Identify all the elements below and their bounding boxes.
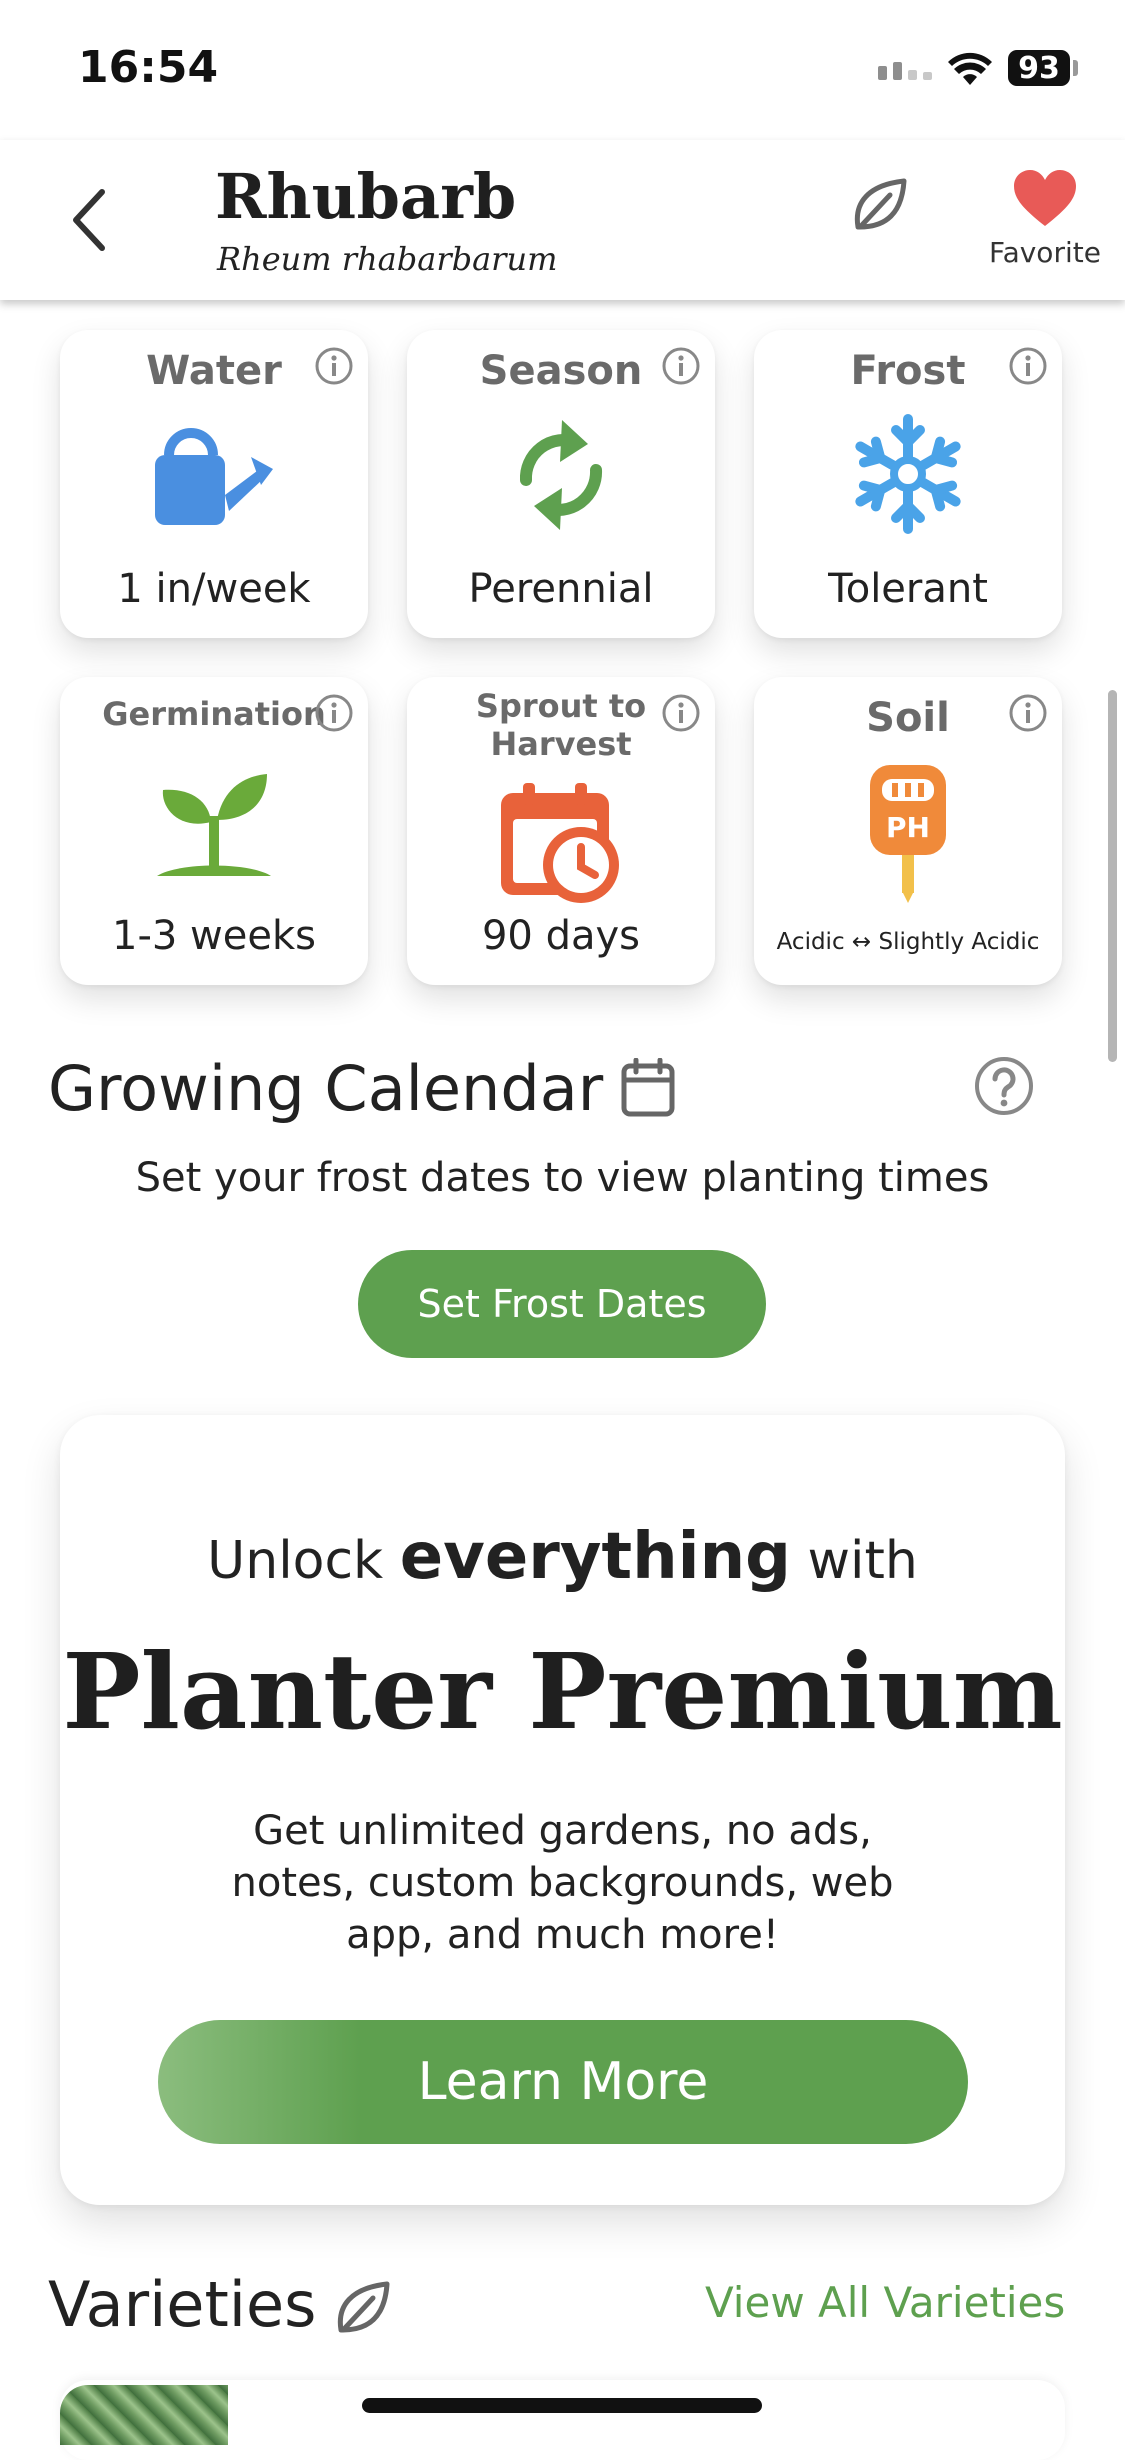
soil-card[interactable]: Soil PH Acidic ↔ Slightly Acidic [754, 677, 1062, 985]
card-value: 1-3 weeks [112, 913, 316, 959]
calendar-clock-icon [501, 783, 619, 903]
info-icon[interactable] [661, 346, 701, 386]
premium-card: Unlock everything with Planter Premium G… [60, 1415, 1065, 2205]
leaf-icon [337, 2281, 390, 2333]
card-value: Perennial [468, 566, 654, 612]
battery-icon: 93 [1008, 50, 1070, 86]
varieties-title: Varieties [48, 2268, 317, 2341]
svg-text:PH: PH [886, 811, 930, 844]
premium-description: Get unlimited gardens, no ads, notes, cu… [231, 1808, 894, 1958]
back-button[interactable] [58, 180, 118, 260]
heart-icon [1014, 170, 1076, 226]
plant-scientific-name: Rheum rhabarbarum [217, 240, 558, 278]
status-bar: 16:54 93 [0, 0, 1125, 140]
cycle-arrows-icon [519, 420, 603, 530]
unlock-prefix: Unlock [207, 1531, 384, 1591]
status-time: 16:54 [78, 42, 219, 93]
set-frost-dates-button[interactable]: Set Frost Dates [358, 1250, 766, 1358]
calendar-icon [621, 1058, 675, 1117]
calendar-note: Set your frost dates to view planting ti… [135, 1155, 990, 1201]
season-card[interactable]: Season Perennial [407, 330, 715, 638]
cellular-signal-icon [878, 62, 932, 80]
watering-can-icon [155, 428, 273, 525]
navigation-header: Rhubarb Rheum rhabarbarum Favorite [0, 140, 1125, 300]
frost-card[interactable]: Frost Tolerant [754, 330, 1062, 638]
chevron-left-icon [73, 189, 105, 251]
info-icon[interactable] [1008, 346, 1048, 386]
plant-title: Rhubarb [215, 160, 517, 233]
card-value: Acidic ↔ Slightly Acidic [776, 929, 1040, 955]
battery-cap [1073, 60, 1078, 76]
leaf-icon [854, 178, 907, 230]
favorite-button[interactable]: Favorite [980, 168, 1110, 298]
help-icon[interactable] [973, 1055, 1035, 1117]
card-title: Sprout to Harvest [475, 687, 647, 763]
premium-title: Planter Premium [62, 1630, 1063, 1753]
growing-calendar-title: Growing Calendar [48, 1052, 604, 1125]
unlock-bold: everything [399, 1520, 791, 1594]
water-card[interactable]: Water 1 in/week [60, 330, 368, 638]
snowflake-icon [855, 414, 961, 534]
info-icon[interactable] [314, 693, 354, 733]
unlock-suffix: with [807, 1531, 918, 1591]
germination-card[interactable]: Germination 1-3 weeks [60, 677, 368, 985]
sprout-to-harvest-card[interactable]: Sprout to Harvest 90 days [407, 677, 715, 985]
ph-meter-icon: PH [870, 765, 946, 903]
sprout-icon [157, 774, 271, 876]
card-value: 1 in/week [117, 566, 311, 612]
learn-more-button[interactable]: Learn More [158, 2020, 968, 2144]
unlock-headline: Unlock everything with [60, 1520, 1065, 1594]
wifi-icon [948, 52, 992, 85]
scrollbar[interactable] [1108, 690, 1117, 1062]
info-icon[interactable] [1008, 693, 1048, 733]
leaf-button[interactable] [845, 170, 915, 240]
favorite-label: Favorite [989, 236, 1101, 269]
card-value: 90 days [481, 913, 641, 959]
home-indicator [362, 2398, 762, 2413]
info-icon[interactable] [314, 346, 354, 386]
variety-thumbnail [60, 2385, 228, 2445]
view-all-varieties-link[interactable]: View All Varieties [705, 2278, 1065, 2327]
info-icon[interactable] [661, 693, 701, 733]
card-value: Tolerant [828, 566, 988, 612]
